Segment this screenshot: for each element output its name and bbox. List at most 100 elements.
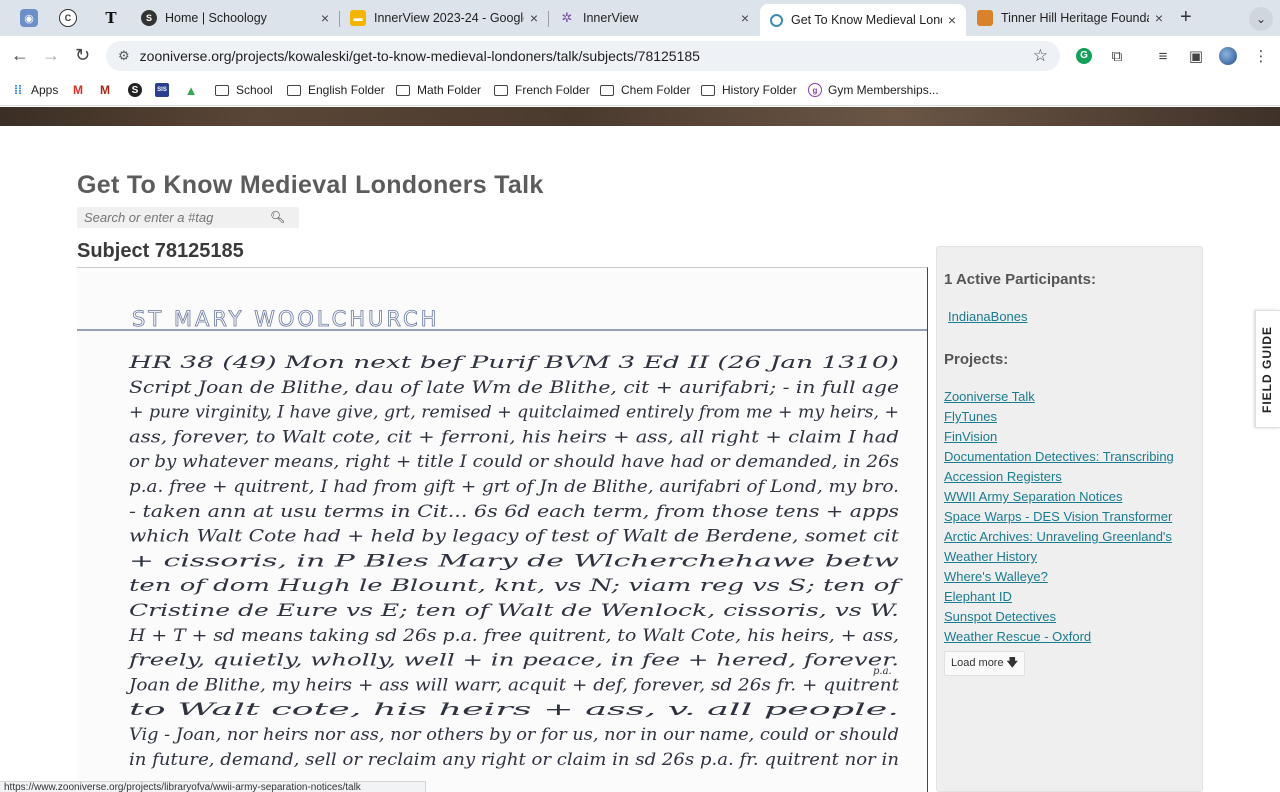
project-link[interactable]: Documentation Detectives: Transcribing: [944, 449, 1174, 464]
sis-icon: SIS: [155, 83, 169, 97]
red-mail-icon: M: [100, 83, 110, 97]
participant-link[interactable]: IndianaBones: [948, 309, 1028, 324]
project-link[interactable]: Space Warps - DES Vision Transformer: [944, 509, 1172, 524]
close-tab-icon[interactable]: ×: [530, 10, 538, 26]
bookmarks-bar: ⁞⁞ Apps M M S SIS ▲ School English Folde…: [0, 76, 1280, 106]
project-link[interactable]: FlyTunes: [944, 409, 997, 424]
document-line: ten of dom Hugh le Blount, knt, vs N; vi…: [129, 576, 904, 595]
document-line: which Walt Cote had + held by legacy of …: [129, 527, 899, 546]
folder-icon: [215, 84, 229, 96]
field-guide-tab[interactable]: FIELD GUIDE: [1255, 310, 1280, 428]
bookmark-folder-school[interactable]: School: [215, 83, 273, 97]
pinned-tab-1-glyph: ◉: [24, 12, 34, 25]
chevron-down-icon[interactable]: ⌄: [1249, 7, 1273, 31]
project-link[interactable]: Accession Registers: [944, 469, 1062, 484]
bookmark-apps[interactable]: ⁞⁞ Apps: [11, 83, 58, 97]
chrome-menu-icon[interactable]: ⋮: [1251, 46, 1271, 66]
project-link[interactable]: Weather Rescue - Oxford: [944, 629, 1091, 644]
tab-title: Tinner Hill Heritage Foundati: [1001, 11, 1149, 25]
subject-document-image[interactable]: ST MARY WOOLCHURCH HR 38 (49) Mon next b…: [77, 267, 928, 792]
document-line: ass, forever, to Walt cote, cit + ferron…: [129, 427, 899, 446]
close-tab-icon[interactable]: ×: [321, 10, 329, 26]
grammarly-icon[interactable]: G: [1074, 46, 1094, 66]
project-link[interactable]: Where's Walleye?: [944, 569, 1048, 584]
folder-icon: [494, 84, 508, 96]
search-icon[interactable]: 🔍︎: [270, 210, 285, 224]
tab-innerview[interactable]: ✲ InnerView ×: [549, 4, 759, 32]
forward-arrow-icon[interactable]: →: [42, 45, 60, 66]
subject-title: Subject 78125185: [77, 240, 244, 262]
folder-icon: [701, 84, 715, 96]
bookmark-label: English Folder: [308, 83, 385, 97]
document-line: HR 38 (49) Mon next bef Purif BVM 3 Ed I…: [127, 353, 899, 372]
bookmark-label: Math Folder: [417, 83, 482, 97]
tab-title: Home | Schoology: [165, 11, 267, 25]
field-guide-label: FIELD GUIDE: [1260, 325, 1274, 413]
bookmark-gmail[interactable]: M: [71, 83, 91, 97]
grammarly-glyph: G: [1076, 48, 1092, 64]
bookmark-folder-english[interactable]: English Folder: [287, 83, 385, 97]
bookmark-schoology[interactable]: S: [128, 83, 148, 97]
url-text[interactable]: zooniverse.org/projects/kowaleski/get-to…: [140, 48, 700, 64]
zooniverse-icon: [770, 13, 783, 27]
project-link[interactable]: Arctic Archives: Unraveling Greenland's: [944, 529, 1172, 544]
extensions-icon[interactable]: ⧉: [1107, 46, 1127, 66]
pinned-tab-2-icon[interactable]: C: [59, 9, 77, 27]
reload-icon[interactable]: ↻: [75, 45, 90, 66]
nyt-tab-icon[interactable]: T: [102, 9, 120, 27]
document-svg: ST MARY WOOLCHURCH HR 38 (49) Mon next b…: [77, 307, 927, 769]
bookmark-folder-math[interactable]: Math Folder: [396, 83, 481, 97]
project-link[interactable]: Elephant ID: [944, 589, 1012, 604]
arrow-down-icon: 🡇: [1006, 657, 1018, 669]
document-line: - taken ann at usu terms in Cit... 6s 6d…: [129, 502, 899, 521]
google-slides-icon: ▬: [350, 10, 366, 26]
close-tab-icon[interactable]: ×: [948, 12, 956, 28]
document-heading: ST MARY WOOLCHURCH: [132, 307, 439, 331]
bookmark-star-icon[interactable]: ☆: [1033, 46, 1048, 66]
close-tab-icon[interactable]: ×: [1155, 10, 1163, 26]
new-tab-icon[interactable]: +: [1180, 7, 1192, 27]
apps-grid-icon: ⁞⁞: [14, 83, 22, 97]
tab-tinner-hill[interactable]: Tinner Hill Heritage Foundati ×: [967, 4, 1173, 32]
document-line: in future, demand, sell or reclaim any r…: [129, 750, 899, 769]
bookmark-label: French Folder: [515, 83, 590, 97]
document-line: + cissoris, in P Bles Mary de Wlchercheh…: [129, 551, 899, 570]
project-link[interactable]: FinVision: [944, 429, 997, 444]
document-line: to Walt cote, his heirs + ass, v. all pe…: [129, 700, 899, 719]
side-panel-icon[interactable]: ▣: [1186, 46, 1206, 66]
bookmark-sis[interactable]: SIS: [155, 83, 175, 97]
tab-title: InnerView 2023-24 - Google: [374, 11, 524, 25]
tab-schoology[interactable]: S Home | Schoology ×: [131, 4, 339, 32]
gym-icon: g: [808, 83, 822, 97]
load-more-button[interactable]: Load more 🡇: [944, 651, 1025, 676]
bookmark-mail-red[interactable]: M: [98, 83, 118, 97]
profile-avatar-icon[interactable]: [1218, 46, 1238, 66]
project-link[interactable]: Weather History: [944, 549, 1037, 564]
document-text-lines: HR 38 (49) Mon next bef Purif BVM 3 Ed I…: [126, 353, 904, 769]
bookmark-drive[interactable]: ▲: [184, 83, 204, 98]
search-input[interactable]: [77, 210, 257, 225]
project-link[interactable]: Zooniverse Talk: [944, 389, 1035, 404]
bookmark-folder-history[interactable]: History Folder: [701, 83, 797, 97]
address-bar[interactable]: ⚙ zooniverse.org/projects/kowaleski/get-…: [106, 41, 1060, 71]
back-arrow-icon[interactable]: ←: [11, 45, 29, 66]
close-tab-icon[interactable]: ×: [741, 10, 749, 26]
pinned-tab-1-icon[interactable]: ◉: [20, 9, 38, 27]
tab-title: InnerView: [583, 11, 639, 25]
tab-innerview-slides[interactable]: ▬ InnerView 2023-24 - Google ×: [340, 4, 548, 32]
document-line: H + T + sd means taking sd 26s p.a. free…: [128, 626, 899, 645]
site-settings-icon[interactable]: ⚙: [118, 48, 130, 64]
bookmark-folder-french[interactable]: French Folder: [494, 83, 590, 97]
reading-list-icon[interactable]: ≡: [1153, 46, 1173, 66]
bookmark-label: Apps: [31, 83, 59, 97]
browser-toolbar: ← → ↻ ⚙ zooniverse.org/projects/kowalesk…: [0, 36, 1280, 76]
document-line: + pure virginity, I have give, grt, remi…: [129, 403, 899, 422]
tab-zooniverse-active[interactable]: Get To Know Medieval Londo ×: [760, 4, 966, 36]
bookmark-gym[interactable]: g Gym Memberships...: [808, 83, 939, 97]
tab-strip: ◉ C T S Home | Schoology × ▬ InnerView 2…: [0, 0, 1280, 36]
document-line: Script Joan de Blithe, dau of late Wm de…: [129, 378, 899, 397]
bookmark-label: History Folder: [722, 83, 797, 97]
bookmark-folder-chem[interactable]: Chem Folder: [600, 83, 690, 97]
project-link[interactable]: WWII Army Separation Notices: [944, 489, 1122, 504]
project-link[interactable]: Sunspot Detectives: [944, 609, 1056, 624]
